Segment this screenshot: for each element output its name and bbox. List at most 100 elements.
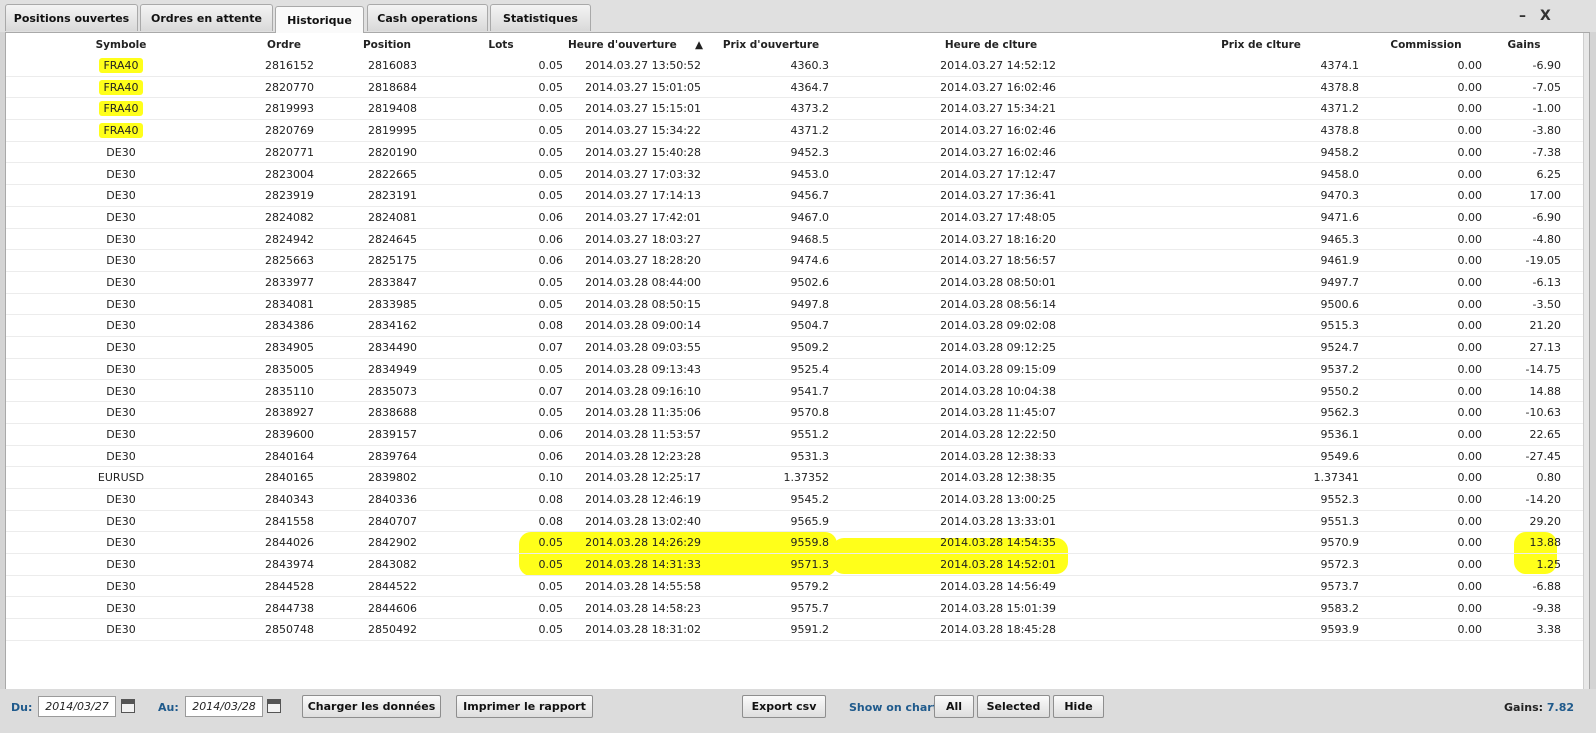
close-price-cell-text: 4378.8: [1320, 80, 1360, 94]
tab-historique[interactable]: Historique: [275, 6, 364, 33]
table-row[interactable]: FRA40 2816152 2816083 0.05 2014.03.27 13:50:…: [6, 55, 1584, 77]
from-date-input[interactable]: 2014/03/27: [38, 696, 116, 717]
position-cell: 2843082: [347, 554, 417, 575]
table-row[interactable]: DE30 2838927 2838688 0.05 2014.03.28 11:35:0…: [6, 402, 1584, 424]
table-row[interactable]: DE30 2841558 2840707 0.08 2014.03.28 13:02:4…: [6, 511, 1584, 533]
close-time-cell-text: 2014.03.28 11:45:07: [940, 406, 1056, 420]
tab-positions-ouvertes[interactable]: Positions ouvertes: [5, 4, 138, 31]
col-header-open-time[interactable]: Heure d'ouverture ▲: [568, 36, 703, 54]
table-row[interactable]: DE30 2840164 2839764 0.06 2014.03.28 12:23:2…: [6, 446, 1584, 468]
tab-cash-operations[interactable]: Cash operations: [367, 4, 488, 31]
table-row[interactable]: DE30 2840343 2840336 0.08 2014.03.28 12:46:1…: [6, 489, 1584, 511]
table-row[interactable]: FRA40 2820769 2819995 0.05 2014.03.27 15:34:…: [6, 120, 1584, 142]
position-cell-text: 2822665: [368, 167, 417, 181]
commission-cell-text: 0.00: [1457, 319, 1483, 333]
table-row[interactable]: DE30 2843974 2843082 0.05 2014.03.28 14:31:3…: [6, 554, 1584, 576]
open-price-cell-text: 9467.0: [790, 210, 830, 224]
table-row[interactable]: DE30 2825663 2825175 0.06 2014.03.27 18:28:2…: [6, 250, 1584, 272]
order-cell: 2834905: [244, 337, 314, 358]
order-cell-text: 2820769: [265, 124, 314, 138]
col-header-close-time[interactable]: Heure de clture: [941, 36, 1041, 54]
table-row[interactable]: DE30 2844738 2844606 0.05 2014.03.28 14:58:2…: [6, 598, 1584, 620]
tab-label: Statistiques: [503, 11, 578, 25]
close-time-cell: 2014.03.28 12:38:33: [936, 446, 1056, 467]
table-row[interactable]: FRA40 2819993 2819408 0.05 2014.03.27 15:15:…: [6, 98, 1584, 121]
col-header-commission[interactable]: Commission: [1381, 36, 1471, 54]
order-cell: 2839600: [244, 424, 314, 445]
symbol-cell-text: DE30: [106, 319, 136, 333]
minimize-icon[interactable]: –: [1519, 8, 1526, 24]
col-header-position[interactable]: Position: [352, 36, 422, 54]
open-price-cell-text: 9502.6: [790, 276, 830, 289]
col-header-open-price[interactable]: Prix d'ouverture: [721, 36, 821, 54]
to-date-input[interactable]: 2014/03/28: [185, 696, 263, 717]
export-csv-button[interactable]: Export csv: [742, 695, 826, 718]
symbol-cell-text: DE30: [106, 406, 136, 420]
close-icon[interactable]: X: [1540, 8, 1551, 24]
table-row[interactable]: DE30 2844026 2842902 0.05 2014.03.28 14:26:2…: [6, 532, 1584, 555]
close-price-cell-text: 9458.2: [1320, 145, 1360, 159]
print-report-button[interactable]: Imprimer le rapport: [456, 695, 593, 718]
commission-cell: 0.00: [1406, 294, 1483, 315]
position-cell: 2840707: [347, 511, 417, 532]
lots-cell-text: 0.05: [538, 124, 564, 138]
close-price-cell-text: 9549.6: [1320, 449, 1360, 463]
lots-cell-text: 0.05: [538, 189, 564, 203]
gains-cell-text: -3.80: [1532, 124, 1561, 138]
lots-cell: 0.05: [501, 272, 564, 293]
close-price-cell-text: 9497.7: [1320, 276, 1360, 289]
order-cell: 2844026: [244, 532, 314, 553]
table-row[interactable]: DE30 2834386 2834162 0.08 2014.03.28 09:00:1…: [6, 315, 1584, 338]
show-selected-button[interactable]: Selected: [977, 695, 1050, 718]
order-cell: 2844738: [244, 598, 314, 619]
order-cell: 2841558: [244, 511, 314, 532]
symbol-cell-text: DE30: [106, 427, 136, 441]
table-row[interactable]: DE30 2823919 2823191 0.05 2014.03.27 17:14:1…: [6, 185, 1584, 207]
table-row[interactable]: DE30 2824082 2824081 0.06 2014.03.27 17:42:0…: [6, 207, 1584, 229]
table-row[interactable]: DE30 2850748 2850492 0.05 2014.03.28 18:31:0…: [6, 619, 1584, 641]
position-cell: 2844606: [347, 598, 417, 619]
order-cell: 2835005: [244, 359, 314, 380]
commission-cell: 0.00: [1406, 402, 1483, 423]
table-row[interactable]: DE30 2824942 2824645 0.06 2014.03.27 18:03:2…: [6, 229, 1584, 251]
hide-button[interactable]: Hide: [1053, 695, 1104, 718]
table-row[interactable]: DE30 2823004 2822665 0.05 2014.03.27 17:03:3…: [6, 164, 1584, 186]
order-cell-text: 2844026: [265, 536, 314, 550]
vertical-scrollbar[interactable]: [1583, 33, 1589, 703]
close-price-cell: 1.37341: [1266, 467, 1360, 488]
show-all-button[interactable]: All: [934, 695, 974, 718]
table-row[interactable]: DE30 2834905 2834490 0.07 2014.03.28 09:03:5…: [6, 337, 1584, 359]
table-row[interactable]: FRA40 2820770 2818684 0.05 2014.03.27 15:01:…: [6, 77, 1584, 99]
lots-cell-text: 0.05: [538, 297, 564, 311]
lots-cell: 0.10: [501, 467, 564, 488]
tab-ordres-en-attente[interactable]: Ordres en attente: [140, 4, 273, 31]
lots-cell-text: 0.05: [538, 623, 564, 637]
table-row[interactable]: DE30 2834081 2833985 0.05 2014.03.28 08:50:1…: [6, 294, 1584, 316]
tab-statistiques[interactable]: Statistiques: [490, 4, 591, 31]
table-row[interactable]: DE30 2820771 2820190 0.05 2014.03.27 15:40:2…: [6, 142, 1584, 164]
tab-label: Ordres en attente: [151, 11, 262, 25]
position-cell-text: 2816083: [368, 59, 417, 72]
table-row[interactable]: DE30 2835005 2834949 0.05 2014.03.28 09:13:4…: [6, 359, 1584, 381]
load-data-button[interactable]: Charger les données: [302, 695, 441, 718]
commission-cell: 0.00: [1406, 467, 1483, 488]
col-header-symbol[interactable]: Symbole: [81, 36, 161, 54]
open-time-cell: 2014.03.28 09:13:43: [581, 359, 701, 380]
col-header-order[interactable]: Ordre: [249, 36, 319, 54]
table-row[interactable]: DE30 2833977 2833847 0.05 2014.03.28 08:44:0…: [6, 272, 1584, 294]
calendar-icon[interactable]: [267, 699, 281, 713]
gains-cell: -19.05: [1496, 250, 1561, 271]
col-header-gains[interactable]: Gains: [1494, 36, 1554, 54]
order-cell: 2840164: [244, 446, 314, 467]
lots-cell-text: 0.05: [538, 80, 564, 94]
calendar-icon[interactable]: [121, 699, 135, 713]
table-row[interactable]: EURUSD 2840165 2839802 0.10 2014.03.28 12:25…: [6, 467, 1584, 489]
close-time-cell-text: 2014.03.28 09:02:08: [940, 319, 1056, 333]
open-time-cell-text: 2014.03.28 09:13:43: [585, 362, 701, 376]
table-row[interactable]: DE30 2839600 2839157 0.06 2014.03.28 11:53:5…: [6, 424, 1584, 446]
table-row[interactable]: DE30 2835110 2835073 0.07 2014.03.28 09:16:1…: [6, 381, 1584, 403]
table-row[interactable]: DE30 2844528 2844522 0.05 2014.03.28 14:55:5…: [6, 576, 1584, 598]
open-time-cell: 2014.03.28 09:00:14: [581, 315, 701, 336]
col-header-lots[interactable]: Lots: [471, 36, 531, 54]
col-header-close-price[interactable]: Prix de clture: [1211, 36, 1311, 54]
